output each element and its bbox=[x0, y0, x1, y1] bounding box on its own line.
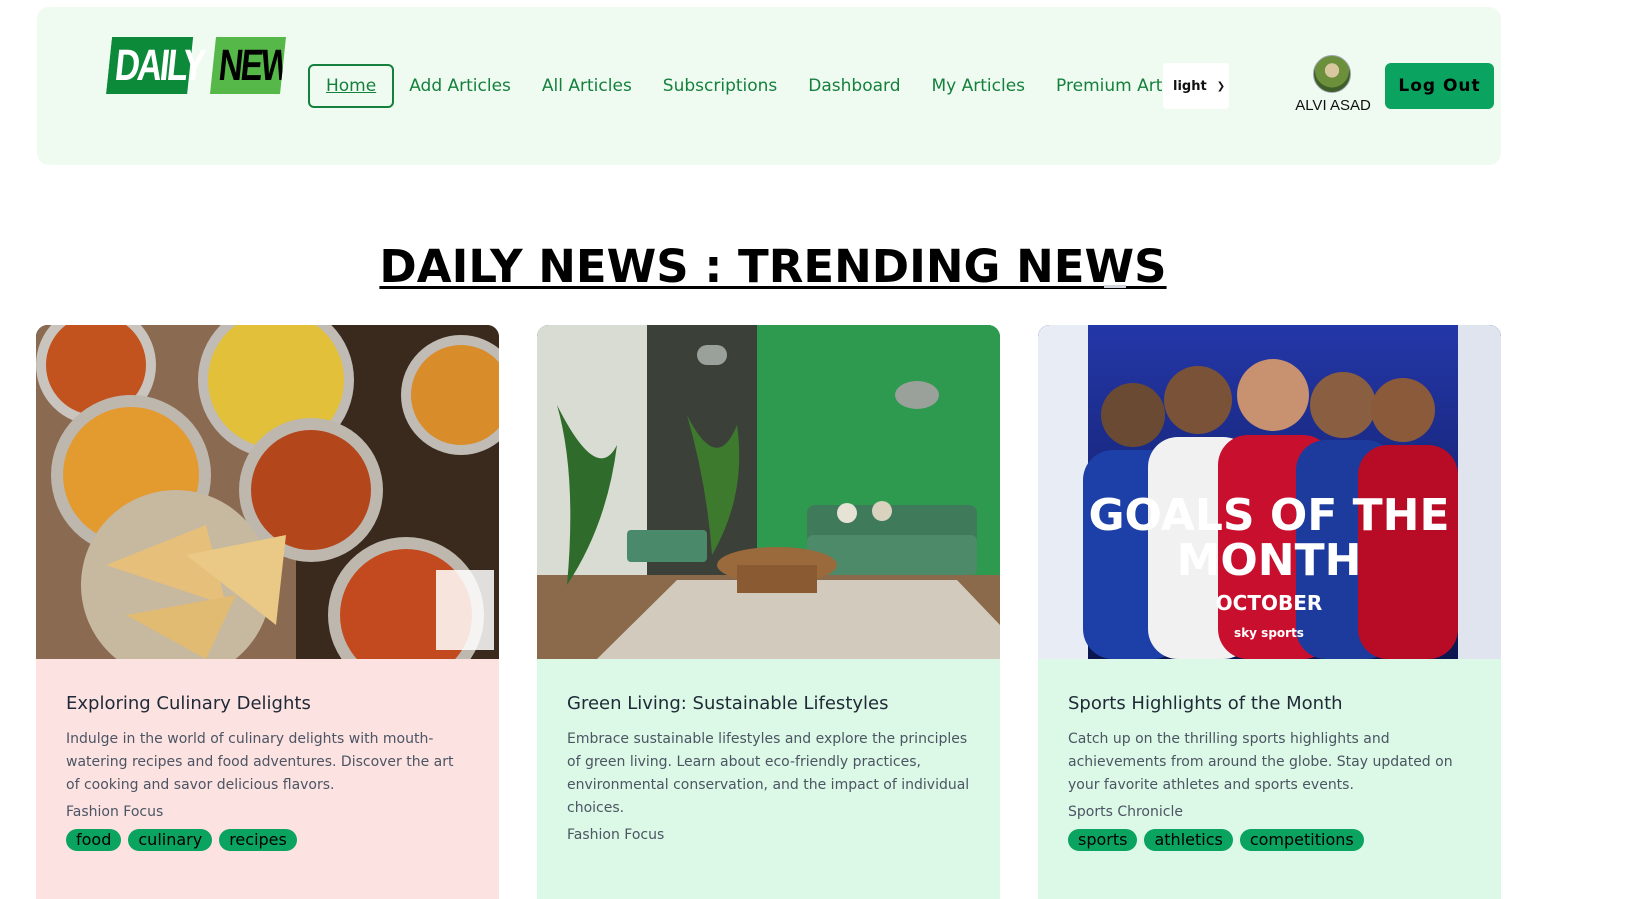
user-name: ALVI ASAD bbox=[1295, 97, 1371, 114]
article-card[interactable]: Exploring Culinary Delights Indulge in t… bbox=[36, 325, 499, 899]
article-card[interactable]: GOALS OF THE MONTH OCTOBER sky sports Sp… bbox=[1038, 325, 1501, 899]
title-underline-decoration bbox=[1104, 285, 1126, 288]
nav-subscriptions[interactable]: Subscriptions bbox=[663, 76, 777, 96]
sports-image-text-line1: GOALS OF THE bbox=[1088, 490, 1449, 541]
article-card-body: Exploring Culinary Delights Indulge in t… bbox=[36, 659, 499, 851]
tag[interactable]: food bbox=[66, 829, 122, 851]
article-description: Embrace sustainable lifestyles and explo… bbox=[567, 731, 970, 816]
article-image-food bbox=[36, 325, 499, 659]
nav-links: Home Add Articles All Articles Subscript… bbox=[308, 63, 1232, 109]
article-publisher: Fashion Focus bbox=[567, 827, 665, 843]
avatar[interactable] bbox=[1313, 55, 1351, 93]
nav-dashboard[interactable]: Dashboard bbox=[808, 76, 900, 96]
logout-button[interactable]: Log Out bbox=[1385, 63, 1494, 109]
daily-news-logo[interactable]: DAILY NEWS bbox=[106, 37, 286, 94]
article-image-living-room bbox=[537, 325, 1000, 659]
tag-list: food culinary recipes bbox=[66, 829, 469, 851]
article-card[interactable]: Green Living: Sustainable Lifestyles Emb… bbox=[537, 325, 1000, 899]
logo-daily-text: DAILY bbox=[106, 37, 206, 94]
article-description: Indulge in the world of culinary delight… bbox=[66, 731, 454, 793]
theme-select[interactable]: light ❯ bbox=[1163, 63, 1229, 109]
navbar: DAILY NEWS Home Add Articles All Article… bbox=[37, 7, 1501, 165]
article-publisher: Fashion Focus bbox=[66, 804, 164, 820]
article-description: Catch up on the thrilling sports highlig… bbox=[1068, 731, 1453, 793]
nav-my-articles[interactable]: My Articles bbox=[932, 76, 1026, 96]
nav-home[interactable]: Home bbox=[308, 64, 395, 108]
article-card-body: Green Living: Sustainable Lifestyles Emb… bbox=[537, 659, 1000, 843]
tag-list: sports athletics competitions bbox=[1068, 829, 1471, 851]
tag[interactable]: sports bbox=[1068, 829, 1138, 851]
article-title[interactable]: Exploring Culinary Delights bbox=[66, 693, 469, 714]
nav-all-articles[interactable]: All Articles bbox=[542, 76, 632, 96]
chevron-down-icon: ❯ bbox=[1216, 80, 1226, 92]
article-image-sports: GOALS OF THE MONTH OCTOBER sky sports bbox=[1038, 325, 1501, 659]
nav-add-articles[interactable]: Add Articles bbox=[409, 76, 511, 96]
tag[interactable]: culinary bbox=[128, 829, 213, 851]
tag[interactable]: competitions bbox=[1239, 829, 1364, 851]
sports-image-text-line2: MONTH bbox=[1177, 535, 1362, 586]
article-title[interactable]: Sports Highlights of the Month bbox=[1068, 693, 1471, 714]
logo-news-text: NEWS bbox=[210, 37, 286, 94]
tag[interactable]: recipes bbox=[219, 829, 297, 851]
article-title[interactable]: Green Living: Sustainable Lifestyles bbox=[567, 693, 970, 714]
theme-select-value: light bbox=[1173, 78, 1207, 94]
sports-image-text-line3: OCTOBER bbox=[1216, 591, 1323, 615]
sports-image-brand: sky sports bbox=[1234, 626, 1304, 640]
article-publisher: Sports Chronicle bbox=[1068, 804, 1183, 820]
tag[interactable]: athletics bbox=[1144, 829, 1233, 851]
article-card-body: Sports Highlights of the Month Catch up … bbox=[1038, 659, 1501, 851]
page-title: DAILY NEWS : TRENDING NEWS bbox=[379, 240, 1167, 293]
